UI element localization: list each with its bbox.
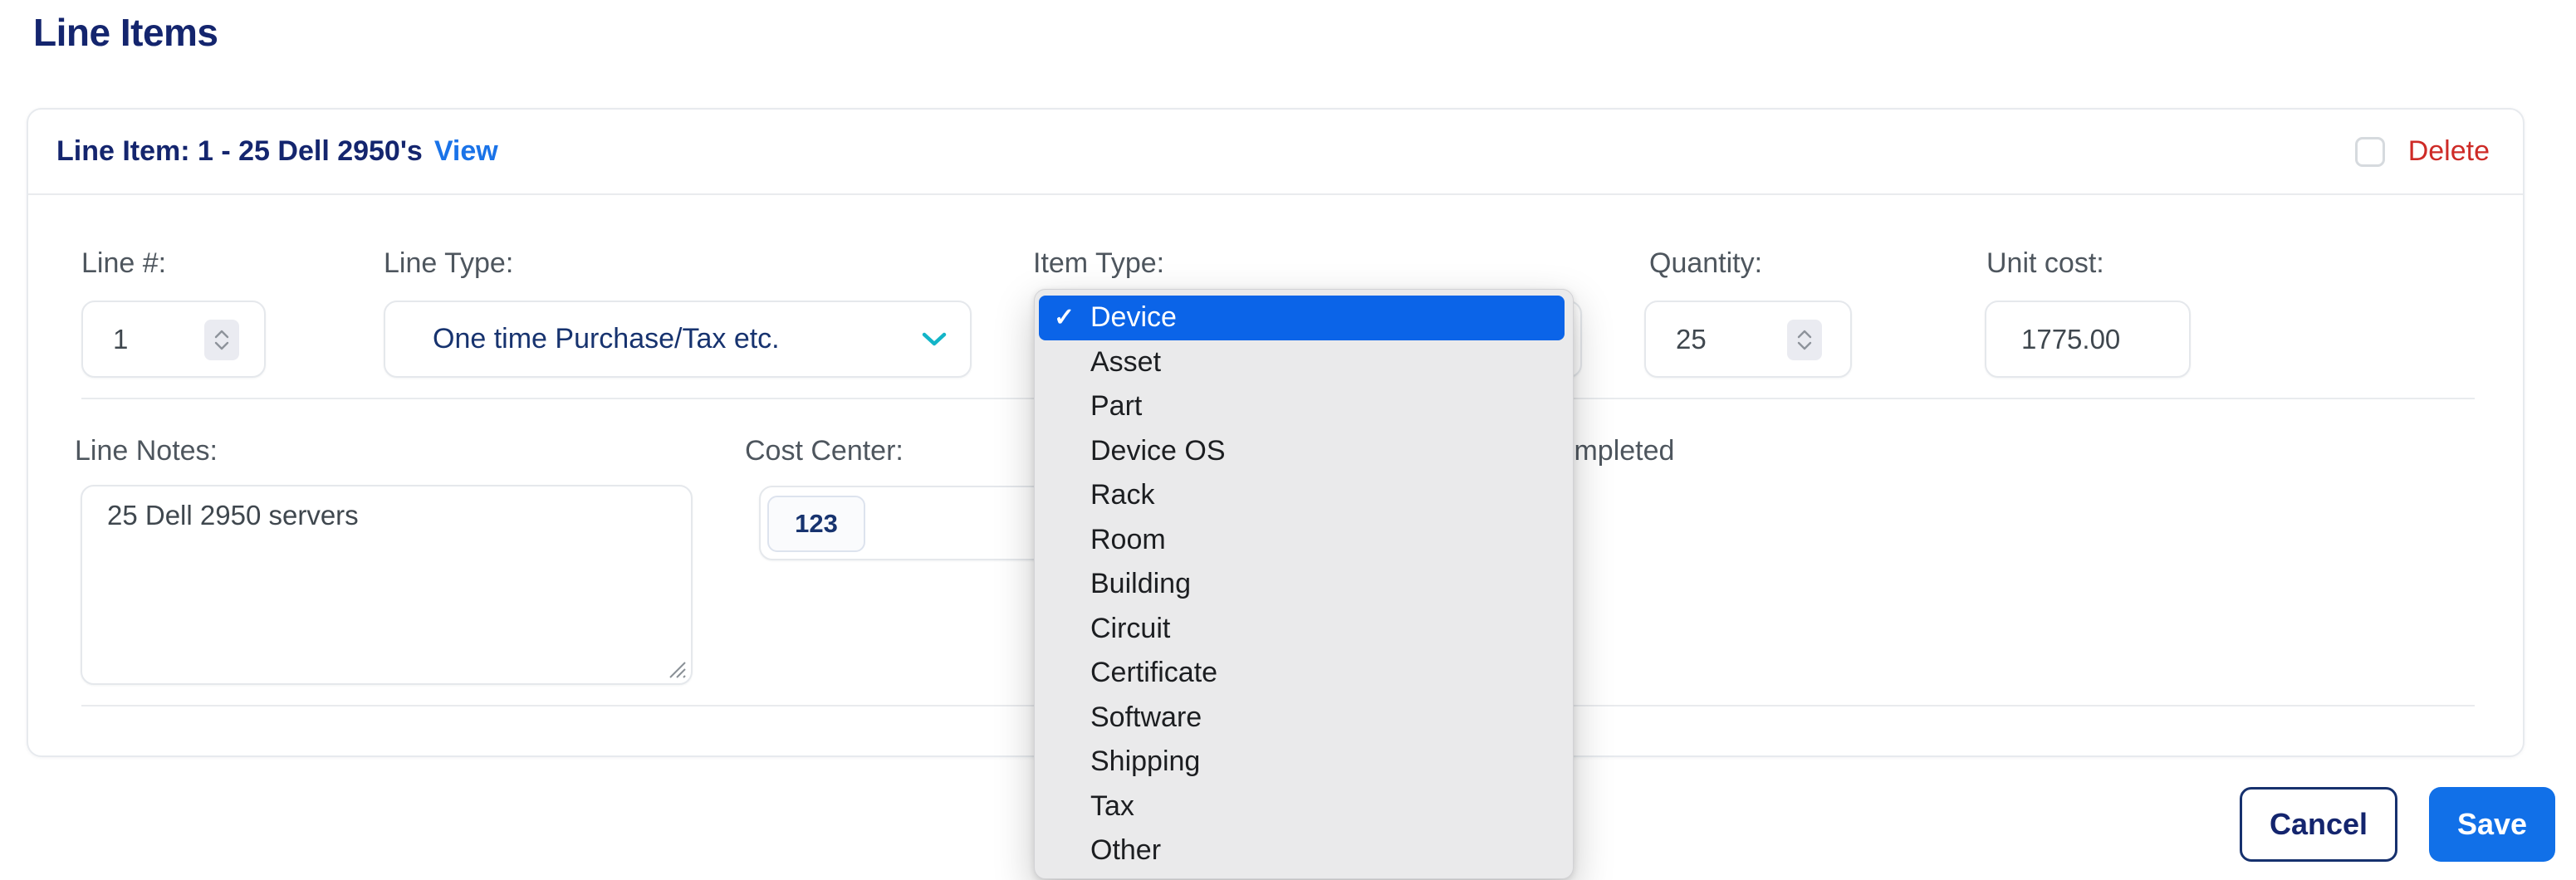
dropdown-option[interactable]: ✓Room [1039, 518, 1565, 563]
quantity-label: Quantity: [1649, 247, 1762, 280]
line-number-stepper[interactable] [204, 320, 239, 360]
quantity-stepper[interactable] [1787, 320, 1822, 360]
dropdown-option-label: Software [1090, 702, 1202, 734]
dropdown-option[interactable]: ✓Building [1039, 562, 1565, 607]
line-type-label: Line Type: [384, 247, 513, 280]
cancel-button[interactable]: Cancel [2240, 787, 2397, 862]
chevron-up-icon [213, 330, 230, 339]
unit-cost-input[interactable] [1986, 302, 2189, 376]
line-item-heading: Line Item: 1 - 25 Dell 2950's View [56, 135, 498, 168]
dropdown-option-label: Rack [1090, 479, 1154, 511]
unit-cost-label: Unit cost: [1986, 247, 2104, 280]
line-number-field [81, 301, 266, 378]
dropdown-option-label: Other [1090, 834, 1161, 867]
line-item-title: Line Item: 1 - 25 Dell 2950's [56, 135, 423, 168]
dropdown-option[interactable]: ✓Circuit [1039, 607, 1565, 652]
line-notes-box: 25 Dell 2950 servers [81, 485, 693, 685]
dropdown-option[interactable]: ✓Device OS [1039, 429, 1565, 474]
chevron-down-icon [213, 341, 230, 350]
line-notes-label: Line Notes: [75, 435, 218, 467]
delete-control: Delete [2355, 135, 2490, 168]
dropdown-option[interactable]: ✓Shipping [1039, 740, 1565, 785]
dropdown-option[interactable]: ✓Part [1039, 384, 1565, 429]
delete-checkbox[interactable] [2355, 137, 2385, 167]
dropdown-option-label: Circuit [1090, 613, 1170, 645]
view-link[interactable]: View [434, 135, 498, 168]
chevron-down-icon [922, 332, 947, 347]
dropdown-option-label: Shipping [1090, 746, 1200, 778]
chevron-up-icon [1796, 330, 1813, 339]
dropdown-option-label: Device OS [1090, 435, 1226, 467]
item-type-dropdown: ✓Device✓Asset✓Part✓Device OS✓Rack✓Room✓B… [1034, 289, 1574, 879]
line-items-page: Line Items Line Item: 1 - 25 Dell 2950's… [0, 0, 2576, 880]
page-title: Line Items [33, 10, 218, 55]
dropdown-option[interactable]: ✓Certificate [1039, 651, 1565, 696]
dropdown-option-label: Building [1090, 568, 1191, 600]
dropdown-option[interactable]: ✓Asset [1039, 340, 1565, 385]
line-item-card-header: Line Item: 1 - 25 Dell 2950's View Delet… [28, 110, 2523, 195]
dropdown-option[interactable]: ✓Device [1039, 296, 1565, 340]
dropdown-option-label: Tax [1090, 790, 1134, 823]
chevron-down-icon [1796, 341, 1813, 350]
dropdown-option-label: Part [1090, 390, 1142, 423]
cost-center-label: Cost Center: [745, 435, 904, 467]
dropdown-option-label: Asset [1090, 346, 1161, 379]
cost-center-tag: 123 [767, 496, 865, 552]
dropdown-option[interactable]: ✓Software [1039, 696, 1565, 741]
line-number-label: Line #: [81, 247, 166, 280]
delete-label[interactable]: Delete [2408, 135, 2490, 168]
dropdown-option[interactable]: ✓Tax [1039, 785, 1565, 829]
dropdown-option-label: Room [1090, 524, 1166, 556]
dropdown-option[interactable]: ✓Other [1039, 829, 1565, 873]
line-type-value: One time Purchase/Tax etc. [385, 302, 970, 376]
unit-cost-field [1985, 301, 2191, 378]
resize-handle-icon[interactable] [664, 656, 687, 679]
save-button[interactable]: Save [2429, 787, 2555, 862]
dropdown-option[interactable]: ✓Rack [1039, 473, 1565, 518]
quantity-field [1644, 301, 1852, 378]
line-type-select[interactable]: One time Purchase/Tax etc. [384, 301, 972, 378]
checkmark-icon: ✓ [1054, 303, 1090, 332]
item-type-label: Item Type: [1033, 247, 1164, 280]
dropdown-option-label: Device [1090, 301, 1177, 334]
dropdown-option-label: Certificate [1090, 657, 1217, 689]
line-notes-textarea[interactable]: 25 Dell 2950 servers [82, 486, 691, 683]
